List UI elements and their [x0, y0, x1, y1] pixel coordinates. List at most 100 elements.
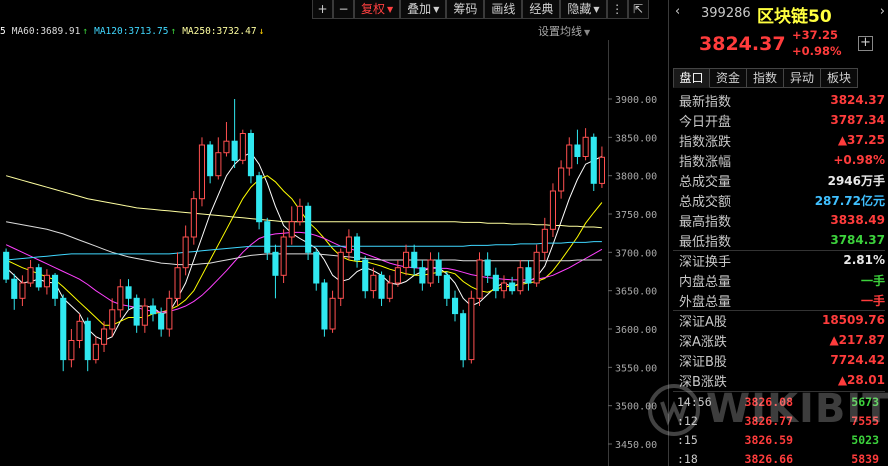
y-axis-label: 3500.00 [615, 402, 657, 413]
stat-label: 外盘总量 [679, 294, 732, 310]
stock-name: 区块链50 [757, 7, 832, 27]
y-axis-label: 3450.00 [615, 440, 657, 451]
ma-legend-item: MA250:3732.47 ↓ [182, 23, 264, 39]
candle-body [509, 282, 516, 292]
candle-body [27, 267, 34, 284]
draw-line-button[interactable]: 画线 [484, 0, 523, 19]
zoom-in-button[interactable]: + [312, 0, 333, 19]
candle-body [370, 274, 377, 292]
overlay-label: 叠加 [407, 2, 432, 16]
tab-movement[interactable]: 异动 [784, 68, 821, 88]
tick-row: :15 3826.59 5023 [669, 430, 888, 449]
y-axis-label: 3800.00 [615, 172, 657, 183]
stat-row: 总成交额 287.72亿元 [669, 190, 888, 210]
candle-body [468, 297, 475, 361]
y-axis-label: 3900.00 [615, 95, 657, 106]
tick-time: :12 [677, 413, 698, 428]
chevron-down-icon: ▼ [584, 28, 591, 37]
candle-body [215, 152, 222, 177]
stat-label: 内盘总量 [679, 274, 732, 290]
ma-legend-item: 5 [0, 23, 6, 39]
hide-label: 隐藏 [567, 2, 592, 16]
zoom-out-button[interactable]: − [333, 0, 354, 19]
panel-tabs: 盘口 资金 指数 异动 板块 [673, 68, 888, 88]
stat-row: 深A涨跌 ▲217.87 [669, 330, 888, 350]
candle-body [403, 251, 410, 269]
y-axis-label: 3850.00 [615, 133, 657, 144]
candle-body [427, 259, 434, 284]
stat-label: 总成交量 [679, 174, 732, 190]
candle-body [52, 274, 59, 299]
candle-body [272, 251, 279, 276]
candle-body [76, 320, 83, 341]
stat-label: 今日开盘 [679, 114, 732, 130]
tab-sector[interactable]: 板块 [821, 68, 858, 88]
candle-body [337, 251, 344, 299]
candle-body [117, 286, 124, 311]
candle-body [329, 297, 336, 330]
candle-body [590, 136, 597, 184]
candle-body [582, 136, 589, 158]
more-menu-icon[interactable]: ⋮ [606, 0, 628, 19]
stats-main: 最新指数 3824.37 今日开盘 3787.34 指数涨跌 ▲37.25 指数涨幅 +0.9… [669, 90, 888, 250]
stat-label: 最高指数 [679, 214, 732, 230]
ma-line [5, 175, 602, 229]
stock-code: 399286 [701, 6, 751, 21]
candle-body [158, 313, 165, 330]
ma-legend-label: MA120:3713.75 [94, 25, 169, 37]
candle-body [68, 340, 75, 361]
classic-button[interactable]: 经典 [522, 0, 561, 19]
tab-orderbook[interactable]: 盘口 [673, 68, 710, 88]
ma-legend-label: MA250:3732.47 [182, 25, 257, 37]
ma-settings-button[interactable]: 设置均线 ▼ [538, 23, 590, 39]
candle-body [541, 228, 548, 253]
candle-body [288, 221, 295, 238]
fullscreen-icon[interactable]: ⇱ [627, 0, 649, 19]
candle-body [198, 144, 205, 200]
candle-body [231, 140, 238, 161]
next-stock-icon[interactable]: › [880, 4, 885, 19]
chips-button[interactable]: 筹码 [446, 0, 485, 19]
candle-body [101, 328, 108, 345]
add-watchlist-button[interactable]: + [858, 36, 873, 51]
stat-label: 指数涨幅 [679, 154, 732, 170]
candle-body [223, 140, 230, 154]
candle-body [435, 259, 442, 276]
tick-row: 14:56 3826.08 5673 [669, 392, 888, 411]
candle-body [378, 274, 385, 299]
tick-price: 3826.77 [744, 413, 793, 428]
tick-list: 14:56 3826.08 5673:12 3826.77 7555:15 3826.59… [669, 392, 888, 466]
candle-body [525, 267, 532, 284]
chevron-down-icon: ▼ [433, 5, 440, 14]
candle-body [566, 144, 573, 169]
quote-panel: ‹ 399286 区块链50 › 3824.37 +37.25 +0.98% +… [668, 0, 888, 466]
ma-legend-item: MA120:3713.75 ↑ [94, 23, 176, 39]
candlestick-chart[interactable]: 3900.00 3850.00 3800.00 3750.00 3700.00 3650.… [0, 40, 668, 466]
prev-stock-icon[interactable]: ‹ [675, 4, 680, 19]
tab-index[interactable]: 指数 [747, 68, 784, 88]
stat-label: 最新指数 [679, 94, 732, 110]
candle-body [3, 251, 10, 280]
candle-body [182, 236, 189, 269]
candle-body [484, 259, 491, 276]
candle-body [598, 156, 606, 184]
candle-body [460, 313, 467, 361]
ma-line [6, 221, 602, 266]
tick-price: 3826.08 [744, 394, 793, 409]
y-axis-label: 3700.00 [615, 248, 657, 259]
adjust-price-button[interactable]: 复权 ▼ [354, 0, 401, 19]
stat-label: 指数涨跌 [679, 134, 732, 150]
hide-button[interactable]: 隐藏 ▼ [560, 0, 607, 19]
kline-chart-area[interactable]: + − 复权 ▼ 叠加 ▼ 筹码 画线 经典 隐藏 ▼ ⋮ ⇱ 5 MA60:3689.… [0, 0, 668, 466]
ma-line [6, 241, 602, 261]
current-price: 3824.37 [699, 33, 786, 55]
candle-body [35, 267, 42, 288]
candle-body [190, 198, 197, 238]
candle-body [533, 251, 540, 284]
candle-body [43, 274, 51, 288]
tab-funds[interactable]: 资金 [710, 68, 747, 88]
tick-volume: 5839 [851, 451, 879, 466]
overlay-button[interactable]: 叠加 ▼ [400, 0, 447, 19]
stat-value: 3784.37 [830, 233, 885, 247]
tick-row: :12 3826.77 7555 [669, 411, 888, 430]
